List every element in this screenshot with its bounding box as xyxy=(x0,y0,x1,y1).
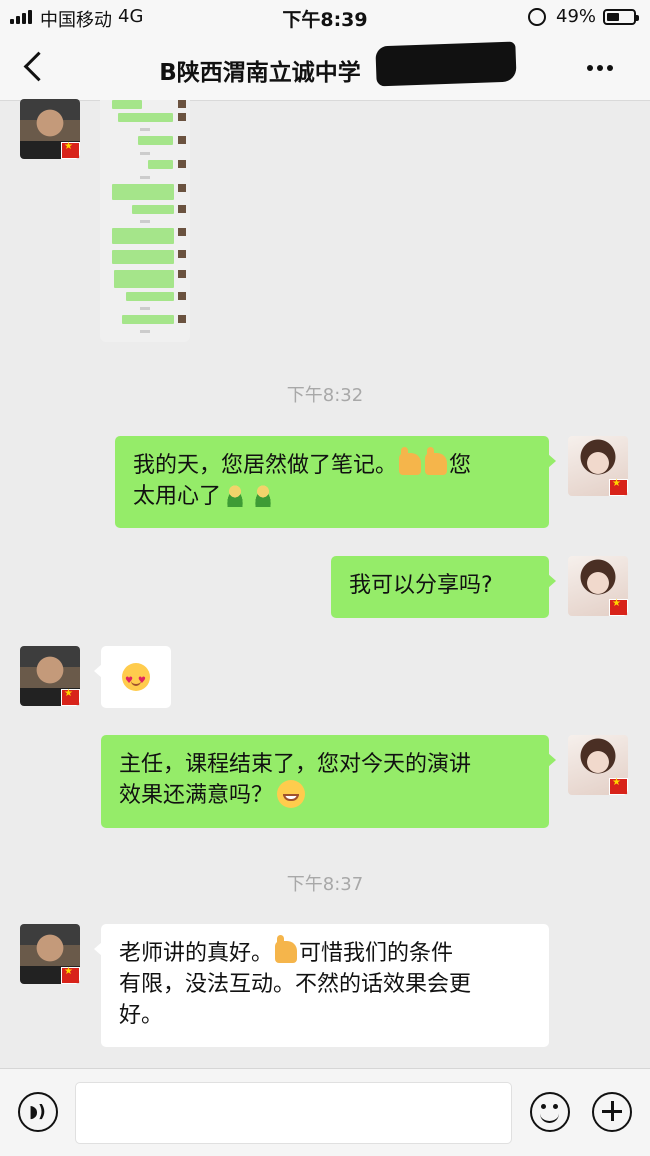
message-text: 老师讲的真好。 xyxy=(119,941,274,966)
message-text: 有限，没法互动。不然的话效果会更 xyxy=(119,972,472,997)
avatar-other[interactable] xyxy=(20,99,80,159)
voice-icon[interactable]: ◗) xyxy=(18,1092,58,1132)
redacted-name-mark xyxy=(375,41,517,87)
message-bubble-self[interactable]: 我的天，您居然做了笔记。 您 太用心了 xyxy=(115,436,556,528)
status-time: 下午8:39 xyxy=(282,9,368,31)
flag-icon xyxy=(61,141,80,159)
avatar-self[interactable] xyxy=(568,556,628,616)
image-message[interactable] xyxy=(100,100,190,342)
message-bubble-other[interactable] xyxy=(94,646,171,708)
rotation-lock-icon xyxy=(528,8,546,26)
message-bubble-self[interactable]: 我可以分享吗? xyxy=(331,556,556,618)
battery-level xyxy=(607,13,619,21)
thumbs-up-icon xyxy=(275,935,298,963)
flag-icon xyxy=(61,688,80,706)
avatar-other[interactable] xyxy=(20,924,80,984)
timestamp: 下午8:37 xyxy=(286,874,364,895)
input-bar: ◗) xyxy=(0,1068,650,1156)
grin-emoji-icon xyxy=(277,780,306,808)
battery-percent: 49% xyxy=(556,6,597,27)
message-text: 太用心了 xyxy=(133,484,222,509)
message-text: 您 xyxy=(449,453,472,478)
chat-title: B陕西渭南立诚中学 xyxy=(159,60,361,86)
message-text: 我可以分享吗? xyxy=(349,573,493,598)
status-bar: 中国移动 4G 下午8:39 49% xyxy=(0,0,650,34)
plus-icon[interactable] xyxy=(592,1092,632,1132)
message-text: 好。 xyxy=(119,1003,164,1028)
flag-icon xyxy=(609,598,628,616)
message-bubble-other[interactable]: 老师讲的真好。 可惜我们的条件 有限，没法互动。不然的话效果会更 好。 xyxy=(94,924,549,1047)
avatar-other[interactable] xyxy=(20,646,80,706)
message-text: 效果还满意吗？ xyxy=(119,783,274,808)
cheer-emoji-icon xyxy=(223,483,248,507)
chat-header: B陕西渭南立诚中学 xyxy=(0,34,650,101)
cheer-emoji-icon xyxy=(251,483,276,507)
avatar-self[interactable] xyxy=(568,735,628,795)
avatar-self[interactable] xyxy=(568,436,628,496)
message-input[interactable] xyxy=(75,1082,512,1144)
flag-icon xyxy=(61,966,80,984)
emoji-icon[interactable] xyxy=(530,1092,570,1132)
thumbs-up-icon xyxy=(399,447,422,475)
message-text: 主任，课程结束了，您对今天的演讲 xyxy=(119,752,472,777)
message-bubble-self[interactable]: 主任，课程结束了，您对今天的演讲 效果还满意吗？ xyxy=(101,735,556,828)
heart-eyes-emoji-icon xyxy=(122,663,150,697)
message-text: 可惜我们的条件 xyxy=(299,941,454,966)
message-text: 我的天，您居然做了笔记。 xyxy=(133,453,398,478)
timestamp: 下午8:32 xyxy=(286,385,364,406)
battery-icon xyxy=(603,9,639,25)
flag-icon xyxy=(609,478,628,496)
thumbs-up-icon xyxy=(425,447,448,475)
flag-icon xyxy=(609,777,628,795)
